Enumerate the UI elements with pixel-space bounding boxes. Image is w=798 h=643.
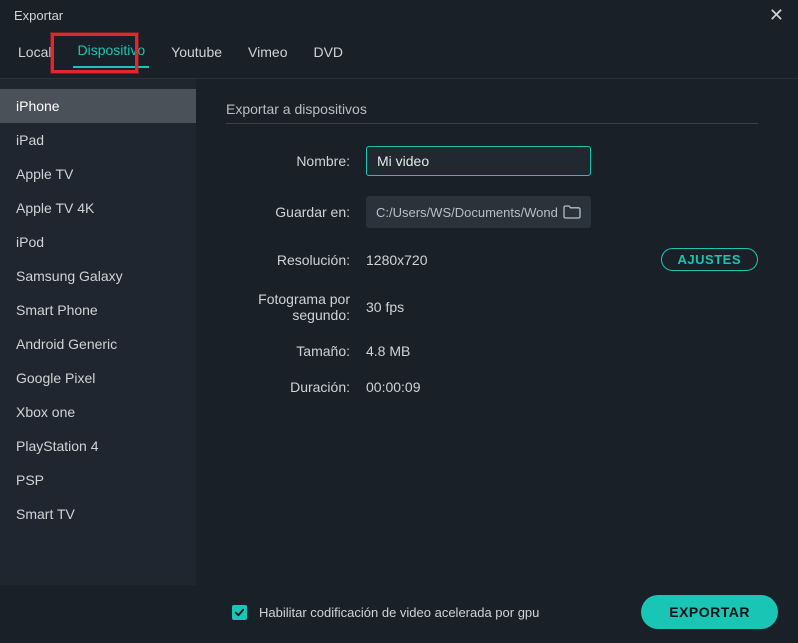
guardar-en-field[interactable]: C:/Users/WS/Documents/Wonders bbox=[366, 196, 591, 228]
window-title: Exportar bbox=[14, 8, 63, 23]
label-guardar-en: Guardar en: bbox=[226, 204, 366, 220]
value-tamano: 4.8 MB bbox=[366, 343, 410, 359]
device-smart-tv[interactable]: Smart TV bbox=[0, 497, 196, 531]
device-sidebar: iPhone iPad Apple TV Apple TV 4K iPod Sa… bbox=[0, 79, 196, 585]
tab-local[interactable]: Local bbox=[14, 40, 55, 68]
label-fps: Fotograma por segundo: bbox=[226, 291, 366, 323]
row-nombre: Nombre: bbox=[226, 146, 758, 176]
row-duracion: Duración: 00:00:09 bbox=[226, 379, 758, 395]
body: iPhone iPad Apple TV Apple TV 4K iPod Sa… bbox=[0, 79, 798, 585]
device-samsung-galaxy[interactable]: Samsung Galaxy bbox=[0, 259, 196, 293]
device-xbox-one[interactable]: Xbox one bbox=[0, 395, 196, 429]
row-guardar-en: Guardar en: C:/Users/WS/Documents/Wonder… bbox=[226, 196, 758, 228]
export-button[interactable]: EXPORTAR bbox=[641, 595, 778, 629]
check-icon bbox=[234, 607, 245, 618]
device-smart-phone[interactable]: Smart Phone bbox=[0, 293, 196, 327]
content-panel: Exportar a dispositivos Nombre: Guardar … bbox=[196, 79, 798, 585]
device-iphone[interactable]: iPhone bbox=[0, 89, 196, 123]
device-apple-tv[interactable]: Apple TV bbox=[0, 157, 196, 191]
value-duracion: 00:00:09 bbox=[366, 379, 421, 395]
label-resolucion: Resolución: bbox=[226, 252, 366, 268]
label-tamano: Tamaño: bbox=[226, 343, 366, 359]
tab-vimeo[interactable]: Vimeo bbox=[244, 40, 291, 68]
guardar-en-path: C:/Users/WS/Documents/Wonders bbox=[376, 205, 557, 220]
nombre-input[interactable] bbox=[366, 146, 591, 176]
device-google-pixel[interactable]: Google Pixel bbox=[0, 361, 196, 395]
gpu-checkbox[interactable] bbox=[232, 605, 247, 620]
row-tamano: Tamaño: 4.8 MB bbox=[226, 343, 758, 359]
footer: Habilitar codificación de video acelerad… bbox=[0, 585, 798, 643]
device-android-generic[interactable]: Android Generic bbox=[0, 327, 196, 361]
folder-icon bbox=[563, 205, 581, 219]
section-title: Exportar a dispositivos bbox=[226, 101, 758, 124]
ajustes-button[interactable]: AJUSTES bbox=[661, 248, 758, 271]
device-apple-tv-4k[interactable]: Apple TV 4K bbox=[0, 191, 196, 225]
value-fps: 30 fps bbox=[366, 299, 404, 315]
export-tabs: Local Dispositivo Youtube Vimeo DVD bbox=[0, 32, 798, 79]
label-duracion: Duración: bbox=[226, 379, 366, 395]
close-icon[interactable]: ✕ bbox=[765, 6, 788, 24]
titlebar: Exportar ✕ bbox=[0, 0, 798, 32]
label-nombre: Nombre: bbox=[226, 153, 366, 169]
gpu-label: Habilitar codificación de video acelerad… bbox=[259, 605, 539, 620]
tab-dvd[interactable]: DVD bbox=[309, 40, 347, 68]
device-ipod[interactable]: iPod bbox=[0, 225, 196, 259]
device-playstation-4[interactable]: PlayStation 4 bbox=[0, 429, 196, 463]
value-resolucion: 1280x720 bbox=[366, 252, 466, 268]
device-psp[interactable]: PSP bbox=[0, 463, 196, 497]
row-fps: Fotograma por segundo: 30 fps bbox=[226, 291, 758, 323]
tab-dispositivo[interactable]: Dispositivo bbox=[73, 38, 149, 68]
tab-youtube[interactable]: Youtube bbox=[167, 40, 226, 68]
device-ipad[interactable]: iPad bbox=[0, 123, 196, 157]
row-resolucion: Resolución: 1280x720 AJUSTES bbox=[226, 248, 758, 271]
